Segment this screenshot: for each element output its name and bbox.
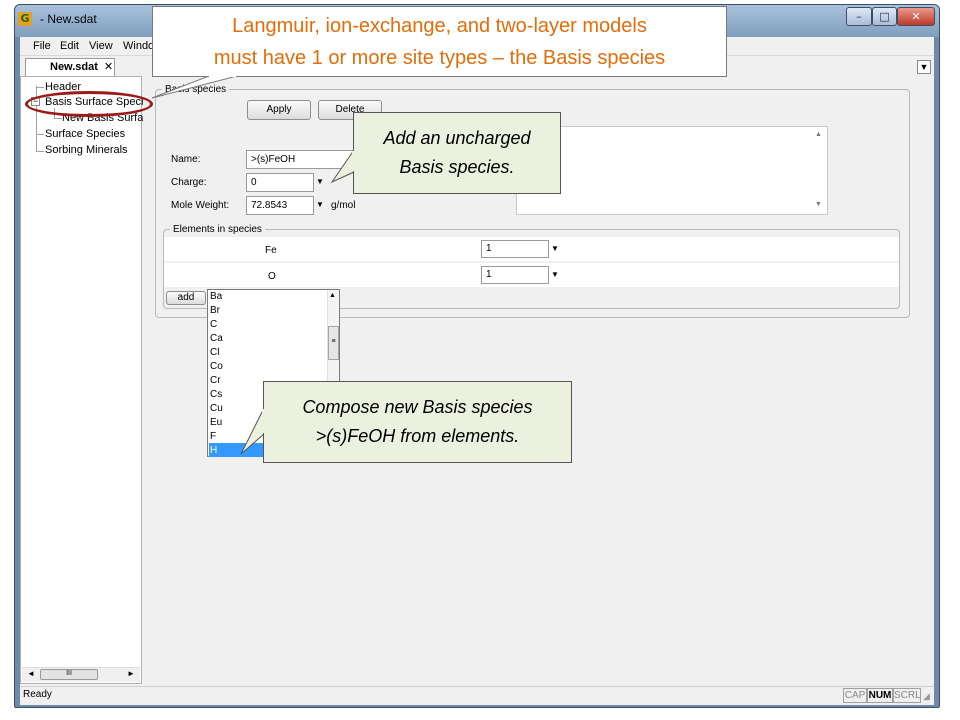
compose-line-2: >(s)FeOH from elements. — [315, 426, 520, 446]
uncharged-line-2: Basis species. — [399, 157, 515, 177]
uncharged-line-1: Add an uncharged — [383, 128, 531, 148]
uncharged-callout-pointer — [330, 148, 355, 184]
uncharged-pointer-join — [352, 151, 355, 171]
compose-callout: Compose new Basis species >(s)FeOH from … — [263, 381, 572, 463]
uncharged-callout: Add an uncharged Basis species. — [353, 112, 561, 194]
banner-line-2: must have 1 or more site types – the Bas… — [213, 47, 666, 69]
banner-pointer — [151, 75, 238, 99]
banner-callout: Langmuir, ion-exchange, and two-layer mo… — [152, 6, 727, 77]
compose-line-1: Compose new Basis species — [302, 397, 533, 417]
compose-callout-pointer — [240, 407, 265, 455]
compose-pointer-join — [262, 409, 265, 433]
banner-pointer-join — [209, 75, 236, 77]
banner-line-1: Langmuir, ion-exchange, and two-layer mo… — [232, 15, 647, 37]
callout-pointers — [151, 75, 355, 455]
